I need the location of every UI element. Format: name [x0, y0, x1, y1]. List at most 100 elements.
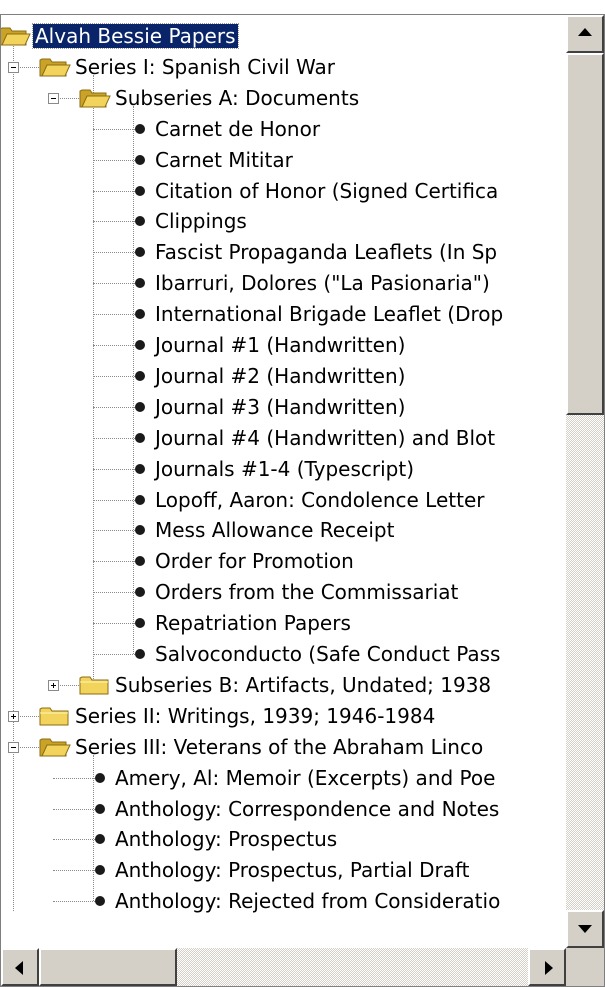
bullet-icon	[135, 123, 145, 134]
tree-item-node[interactable]: International Brigade Leaflet (Drop	[1, 299, 566, 329]
tree-connector-line	[93, 561, 135, 563]
tree-folder-node[interactable]: Subseries A: Documents	[1, 83, 566, 113]
tree-connector-line	[93, 128, 135, 130]
tree-node-label[interactable]: Anthology: Prospectus	[113, 827, 339, 851]
tree-node-label[interactable]: Series I: Spanish Civil War	[73, 55, 337, 79]
tree-item-node[interactable]: Repatriation Papers	[1, 608, 566, 638]
tree-item-node[interactable]: Mess Allowance Receipt	[1, 515, 566, 545]
tree-item-node[interactable]: Ibarruri, Dolores ("La Pasionaria")	[1, 268, 566, 298]
tree-node-label[interactable]: Salvoconducto (Safe Conduct Pass	[153, 642, 502, 666]
tree-node-label[interactable]: Clippings	[153, 209, 249, 233]
tree-node-label[interactable]: Anthology: Prospectus, Partial Draft	[113, 858, 472, 882]
tree-item-node[interactable]: Salvoconducto (Safe Conduct Pass	[1, 639, 566, 669]
tree-item-node[interactable]: Clippings	[1, 206, 566, 236]
tree-folder-node[interactable]: Subseries B: Artifacts, Undated; 1938	[1, 670, 566, 700]
bullet-icon	[135, 587, 145, 598]
tree-node-label[interactable]: Lopoff, Aaron: Condolence Letter	[153, 488, 487, 512]
tree-node-label[interactable]: Alvah Bessie Papers	[32, 23, 239, 49]
minus-box-icon[interactable]	[48, 92, 59, 104]
tree-connector-line	[93, 406, 135, 408]
vertical-scroll-thumb[interactable]	[566, 53, 604, 415]
tree-folder-node[interactable]: Series II: Writings, 1939; 1946-1984	[1, 701, 566, 731]
tree-item-node[interactable]: Anthology: Correspondence and Notes	[1, 794, 566, 824]
tree-node-label[interactable]: Citation of Honor (Signed Certifica	[153, 179, 500, 203]
tree-item-node[interactable]: Fascist Propaganda Leaflets (In Sp	[1, 237, 566, 267]
tree-connector-line	[53, 901, 95, 903]
tree-view[interactable]: Alvah Bessie Papers Series I: Spanish Civ…	[0, 14, 605, 987]
tree-connector-line	[53, 777, 95, 779]
tree-folder-node[interactable]: Series I: Spanish Civil War	[1, 52, 566, 82]
tree-node-label[interactable]: Order for Promotion	[153, 549, 356, 573]
tree-connector-line	[93, 190, 135, 192]
tree-item-node[interactable]: Carnet de Honor	[1, 114, 566, 144]
tree-connector-line	[53, 870, 95, 872]
tree-node-label[interactable]: Subseries B: Artifacts, Undated; 1938	[113, 673, 493, 697]
tree-node-label[interactable]: Orders from the Commissariat	[153, 580, 460, 604]
tree-item-node[interactable]: Journal #3 (Handwritten)	[1, 392, 566, 422]
tree-node-label[interactable]: International Brigade Leaflet (Drop	[153, 302, 505, 326]
tree-item-node[interactable]: Carnet Mititar	[1, 145, 566, 175]
tree-connector-line	[93, 499, 135, 501]
scroll-left-button[interactable]	[1, 948, 39, 986]
right-arrow-icon	[545, 961, 553, 975]
tree-item-node[interactable]: Citation of Honor (Signed Certifica	[1, 176, 566, 206]
tree-node-label[interactable]: Journal #1 (Handwritten)	[153, 333, 407, 357]
tree-item-node[interactable]: Journals #1-4 (Typescript)	[1, 454, 566, 484]
horizontal-scroll-thumb[interactable]	[39, 948, 177, 986]
tree-node-label[interactable]: Carnet de Honor	[153, 117, 322, 141]
horizontal-scrollbar[interactable]	[1, 948, 566, 986]
bullet-icon	[135, 247, 145, 258]
tree-item-node[interactable]: Amery, Al: Memoir (Excerpts) and Poe	[1, 763, 566, 793]
tree-node-label[interactable]: Fascist Propaganda Leaflets (In Sp	[153, 240, 499, 264]
tree-connector-line	[93, 221, 135, 223]
scroll-down-button[interactable]	[566, 910, 604, 948]
tree-item-node[interactable]: Journal #2 (Handwritten)	[1, 361, 566, 391]
tree-item-node[interactable]: Anthology: Prospectus, Partial Draft	[1, 855, 566, 885]
tree-node-label[interactable]: Mess Allowance Receipt	[153, 518, 396, 542]
tree-item-node[interactable]: Order for Promotion	[1, 546, 566, 576]
plus-box-icon[interactable]	[48, 679, 59, 691]
tree-connector-line	[93, 654, 135, 655]
tree-node-label[interactable]: Journal #4 (Handwritten) and Blot	[153, 426, 497, 450]
tree-item-node[interactable]: Anthology: Prospectus	[1, 824, 566, 854]
minus-box-icon[interactable]	[8, 61, 19, 73]
tree-connector-line	[93, 345, 135, 346]
bullet-icon	[95, 896, 105, 907]
tree-rows: Alvah Bessie Papers Series I: Spanish Civ…	[1, 15, 566, 948]
bullet-icon	[135, 309, 145, 320]
tree-node-label[interactable]: Series III: Veterans of the Abraham Linc…	[73, 735, 485, 759]
scroll-up-button[interactable]	[566, 15, 604, 53]
tree-folder-node[interactable]: Series III: Veterans of the Abraham Linc…	[1, 732, 566, 762]
scroll-right-button[interactable]	[528, 948, 566, 986]
tree-folder-node[interactable]: Alvah Bessie Papers	[1, 21, 566, 51]
minus-box-icon[interactable]	[8, 741, 19, 753]
tree-connector-line	[93, 623, 135, 625]
tree-item-node[interactable]: Journal #4 (Handwritten) and Blot	[1, 423, 566, 453]
tree-node-label[interactable]: Journal #2 (Handwritten)	[153, 364, 407, 388]
tree-connector-line	[93, 468, 135, 470]
tree-node-label[interactable]: Repatriation Papers	[153, 611, 353, 635]
tree-node-label[interactable]: Ibarruri, Dolores ("La Pasionaria")	[153, 271, 492, 295]
bullet-icon	[95, 834, 105, 845]
tree-item-node[interactable]: Journal #1 (Handwritten)	[1, 330, 566, 360]
folder-icon	[39, 705, 71, 727]
tree-node-label[interactable]: Journal #3 (Handwritten)	[153, 395, 407, 419]
bullet-icon	[135, 278, 145, 289]
vertical-scrollbar[interactable]	[566, 15, 604, 948]
tree-node-label[interactable]: Anthology: Correspondence and Notes	[113, 797, 501, 821]
tree-node-label[interactable]: Anthology: Rejected from Consideratio	[113, 889, 502, 913]
tree-item-node[interactable]: Orders from the Commissariat	[1, 577, 566, 607]
tree-item-node[interactable]: Lopoff, Aaron: Condolence Letter	[1, 485, 566, 515]
down-arrow-icon	[578, 925, 592, 933]
bullet-icon	[135, 525, 145, 536]
tree-node-label[interactable]: Amery, Al: Memoir (Excerpts) and Poe	[113, 766, 497, 790]
tree-node-label[interactable]: Journals #1-4 (Typescript)	[153, 457, 416, 481]
tree-node-label[interactable]: Carnet Mititar	[153, 148, 295, 172]
tree-node-label[interactable]: Subseries A: Documents	[113, 86, 361, 110]
plus-box-icon[interactable]	[8, 710, 19, 722]
bullet-icon	[135, 463, 145, 474]
tree-item-node[interactable]: Anthology: Rejected from Consideratio	[1, 886, 566, 916]
bullet-icon	[95, 772, 105, 783]
tree-connector-line	[93, 530, 135, 532]
tree-node-label[interactable]: Series II: Writings, 1939; 1946-1984	[73, 704, 437, 728]
